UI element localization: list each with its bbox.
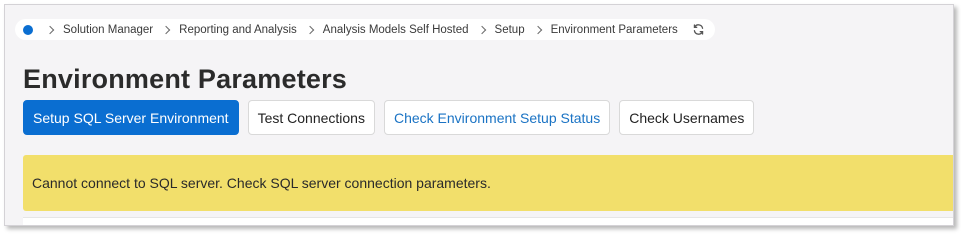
app-window: Solution Manager Reporting and Analysis … [4, 4, 954, 226]
breadcrumb: Solution Manager Reporting and Analysis … [15, 19, 715, 40]
test-connections-button[interactable]: Test Connections [247, 100, 375, 135]
chevron-right-icon [305, 25, 315, 34]
check-usernames-button[interactable]: Check Usernames [619, 100, 755, 135]
page-title: Environment Parameters [23, 64, 348, 94]
setup-sql-server-environment-button[interactable]: Setup SQL Server Environment [23, 100, 239, 135]
content-panel [23, 217, 953, 225]
breadcrumb-item-setup[interactable]: Setup [495, 24, 525, 36]
breadcrumb-item-environment-parameters: Environment Parameters [550, 23, 678, 36]
breadcrumb-item-analysis-models[interactable]: Analysis Models Self Hosted [323, 24, 469, 36]
breadcrumb-item-reporting-and-analysis[interactable]: Reporting and Analysis [179, 24, 297, 36]
home-dot-icon[interactable] [23, 24, 33, 35]
chevron-right-icon [161, 25, 171, 34]
toolbar: Setup SQL Server Environment Test Connec… [23, 100, 755, 135]
warning-message-text: Cannot connect to SQL server. Check SQL … [32, 175, 491, 191]
breadcrumb-item-solution-manager[interactable]: Solution Manager [63, 24, 153, 36]
warning-message-strip: Cannot connect to SQL server. Check SQL … [23, 155, 953, 211]
check-environment-setup-status-button[interactable]: Check Environment Setup Status [383, 100, 611, 135]
chevron-right-icon [533, 25, 542, 34]
chevron-right-icon [477, 25, 486, 34]
refresh-icon[interactable] [692, 23, 705, 36]
chevron-right-icon [45, 25, 55, 34]
